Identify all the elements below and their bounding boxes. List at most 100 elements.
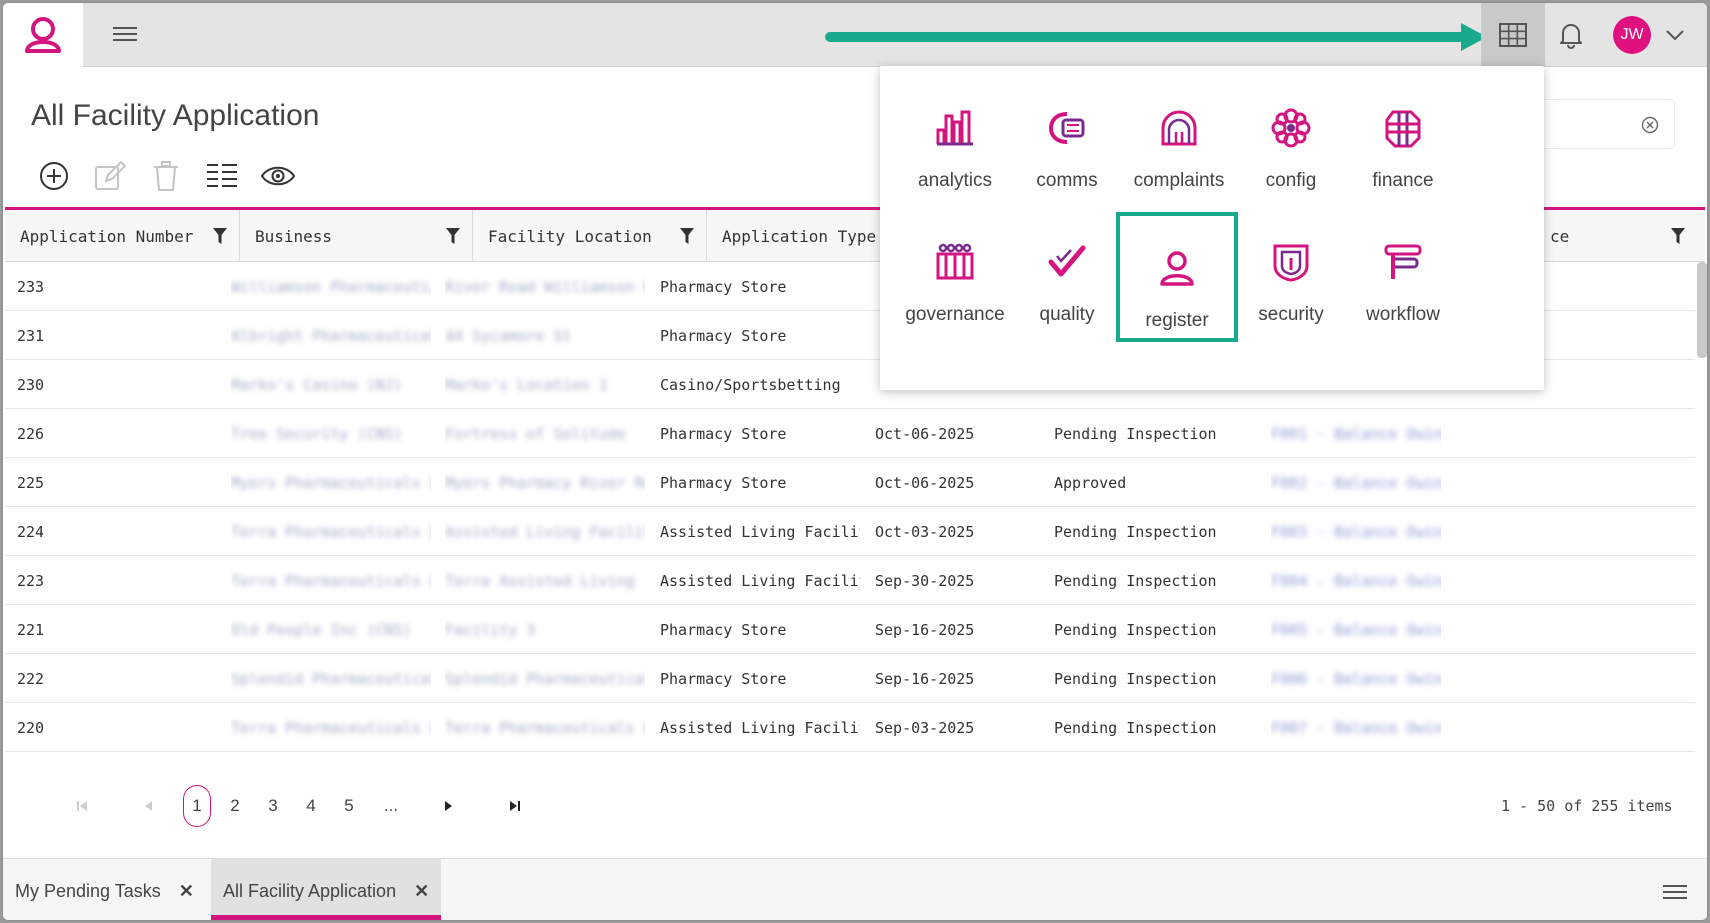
cell-location: Marko's Location 1 (445, 375, 608, 394)
complaints-icon (1159, 106, 1199, 150)
columns-icon (207, 164, 237, 187)
clear-icon (1641, 116, 1659, 134)
finance-icon (1383, 106, 1423, 150)
tab-all-facility-application[interactable]: All Facility Application ✕ (211, 859, 442, 920)
app-tile-comms[interactable]: comms (1006, 66, 1128, 202)
cell-date: Oct-06-2025 (875, 424, 975, 443)
cell-num: 225 (17, 473, 45, 492)
page-1-button[interactable]: 1 (183, 785, 211, 827)
column-header-application-type[interactable]: Application Type (707, 210, 907, 262)
tab-label: All Facility Application (223, 880, 397, 901)
filter-icon[interactable] (1671, 228, 1685, 244)
app-tile-workflow[interactable]: workflow (1342, 200, 1464, 336)
column-header-facility-location[interactable]: Facility Location (473, 210, 707, 262)
add-button[interactable] (35, 158, 73, 194)
app-tile-analytics[interactable]: analytics (894, 66, 1016, 202)
app-tile-label: governance (905, 304, 1005, 325)
app-logo[interactable] (3, 3, 83, 67)
cell-date: Oct-06-2025 (875, 473, 975, 492)
cell-date: Oct-03-2025 (875, 522, 975, 541)
eye-icon (261, 166, 295, 186)
app-tile-security[interactable]: security (1230, 200, 1352, 336)
cell-extra: F005 - Balance Owing (1271, 620, 1441, 639)
quality-icon (1047, 240, 1087, 284)
cell-type: Pharmacy Store (660, 669, 787, 688)
user-menu-chevron[interactable] (1663, 25, 1687, 45)
table-row[interactable]: 225 Myers Pharmaceuticals L… Myers Pharmac… (5, 458, 1695, 507)
cell-date: Sep-16-2025 (875, 669, 975, 688)
prev-page-button[interactable] (129, 785, 167, 827)
grid-scrollbar[interactable] (1697, 262, 1707, 358)
page-3-button[interactable]: 3 (254, 785, 292, 827)
app-tile-quality[interactable]: quality (1006, 200, 1128, 336)
table-row[interactable]: 220 Terra Pharmaceuticals L… Terra Pharmac… (5, 703, 1695, 752)
cell-location: Facility 3 (445, 620, 536, 639)
app-tile-finance[interactable]: finance (1342, 66, 1464, 202)
more-pages-button[interactable]: ... (368, 785, 414, 827)
close-icon[interactable]: ✕ (179, 881, 194, 902)
view-button[interactable] (259, 158, 297, 194)
app-tile-governance[interactable]: governance (894, 200, 1016, 336)
page-2-button[interactable]: 2 (216, 785, 254, 827)
page-5-button[interactable]: 5 (330, 785, 368, 827)
close-icon[interactable]: ✕ (414, 881, 429, 902)
column-header-application-number[interactable]: Application Number (5, 210, 240, 262)
app-launcher-button[interactable] (1481, 3, 1545, 67)
cell-status: Pending Inspection (1054, 522, 1217, 541)
table-row[interactable]: 222 Splendid Pharmaceutical… Splendid Phar… (5, 654, 1695, 703)
cell-extra: F001 - Balance Owing (1271, 424, 1441, 443)
table-row[interactable]: 221 Old People Inc (CNS) Facility 3 Pharmac… (5, 605, 1695, 654)
prev-page-icon (145, 801, 152, 811)
table-row[interactable]: 223 Terra Pharmaceuticals L… Terra Assiste… (5, 556, 1695, 605)
cell-num: 222 (17, 669, 45, 688)
cell-business: Splendid Pharmaceutical… (231, 669, 431, 688)
cell-extra: F004 - Balance Owing (1271, 571, 1441, 590)
annotation-arrow-line (825, 32, 1465, 42)
analytics-icon (935, 106, 975, 150)
cell-num: 224 (17, 522, 45, 541)
cell-type: Assisted Living Facilit… (660, 571, 860, 590)
column-header-business[interactable]: Business (240, 210, 473, 262)
cell-business: Williamson Pharmaceuti… (231, 277, 431, 296)
cell-location: 44 Sycamore St (445, 326, 572, 345)
app-launcher-panel: analytics comms complaints config finance gov… (880, 66, 1544, 390)
logo-icon (25, 17, 61, 53)
app-window: JW All Facility Application Application … (2, 2, 1708, 921)
main-menu-button[interactable] (107, 23, 143, 47)
table-row[interactable]: 226 Tree Security (CNS) Fortress of Solitu… (5, 409, 1695, 458)
first-page-button[interactable] (63, 785, 101, 827)
filter-icon[interactable] (446, 228, 460, 244)
column-header-balance[interactable]: ce (1535, 210, 1697, 262)
cell-date: Sep-03-2025 (875, 718, 975, 737)
last-page-button[interactable] (496, 785, 534, 827)
table-row[interactable]: 224 Terra Pharmaceuticals L… Assisted Livi… (5, 507, 1695, 556)
page-4-button[interactable]: 4 (292, 785, 330, 827)
cell-num: 226 (17, 424, 45, 443)
user-avatar[interactable]: JW (1613, 16, 1651, 54)
search-clear-button[interactable] (1641, 116, 1659, 138)
cell-location: Splendid Pharmaceutical… (445, 669, 645, 688)
cell-status: Pending Inspection (1054, 620, 1217, 639)
cell-business: Albright Pharmaceutical… (231, 326, 431, 345)
tab-my-pending-tasks[interactable]: My Pending Tasks ✕ (15, 859, 194, 920)
app-tile-config[interactable]: config (1230, 66, 1352, 202)
page-info: 1 - 50 of 255 items (1501, 797, 1673, 815)
cell-extra: F006 - Balance Owing (1271, 669, 1441, 688)
cell-date: Sep-16-2025 (875, 620, 975, 639)
notifications-button[interactable] (1551, 17, 1591, 53)
active-tab-indicator (211, 915, 442, 920)
delete-button[interactable] (147, 158, 185, 194)
next-page-button[interactable] (430, 785, 468, 827)
column-label: ce (1550, 226, 1570, 246)
columns-button[interactable] (203, 158, 241, 194)
app-tile-register[interactable]: register (1116, 212, 1238, 342)
filter-icon[interactable] (213, 228, 227, 244)
tab-menu-button[interactable] (1663, 881, 1687, 903)
edit-button[interactable] (91, 158, 129, 194)
cell-status: Approved (1054, 473, 1127, 492)
governance-icon (935, 240, 975, 284)
filter-icon[interactable] (680, 228, 694, 244)
app-tile-complaints[interactable]: complaints (1118, 66, 1240, 202)
app-tile-label: quality (1039, 304, 1095, 325)
cell-business: Terra Pharmaceuticals L… (231, 718, 431, 737)
